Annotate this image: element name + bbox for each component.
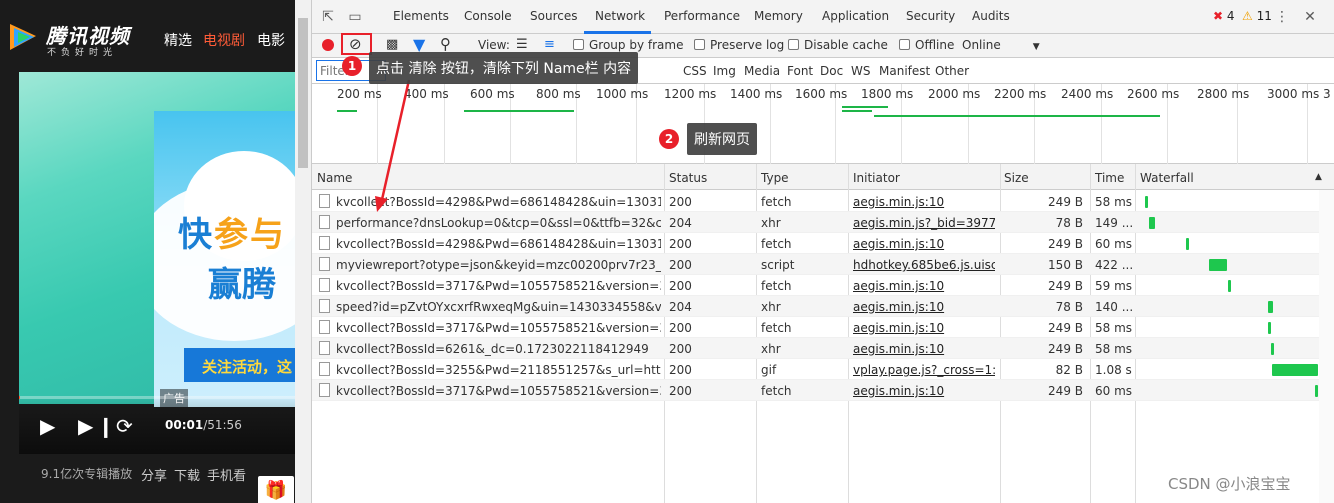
step-1-callout: 点击 清除 按钮，清除下列 Name栏 内容: [369, 52, 639, 84]
annotation-arrow: [375, 79, 411, 212]
step-1-badge: 1: [342, 56, 362, 76]
screenshot-root: 腾讯视频 不负好时光 精选 电视剧 电影 快参与 赢腾 关注活动，这 广告 ▶ …: [0, 0, 1334, 503]
step-2-callout: 刷新网页: [687, 123, 757, 155]
step-2-badge: 2: [659, 129, 679, 149]
csdn-watermark: CSDN @小浪宝宝: [1168, 475, 1291, 493]
